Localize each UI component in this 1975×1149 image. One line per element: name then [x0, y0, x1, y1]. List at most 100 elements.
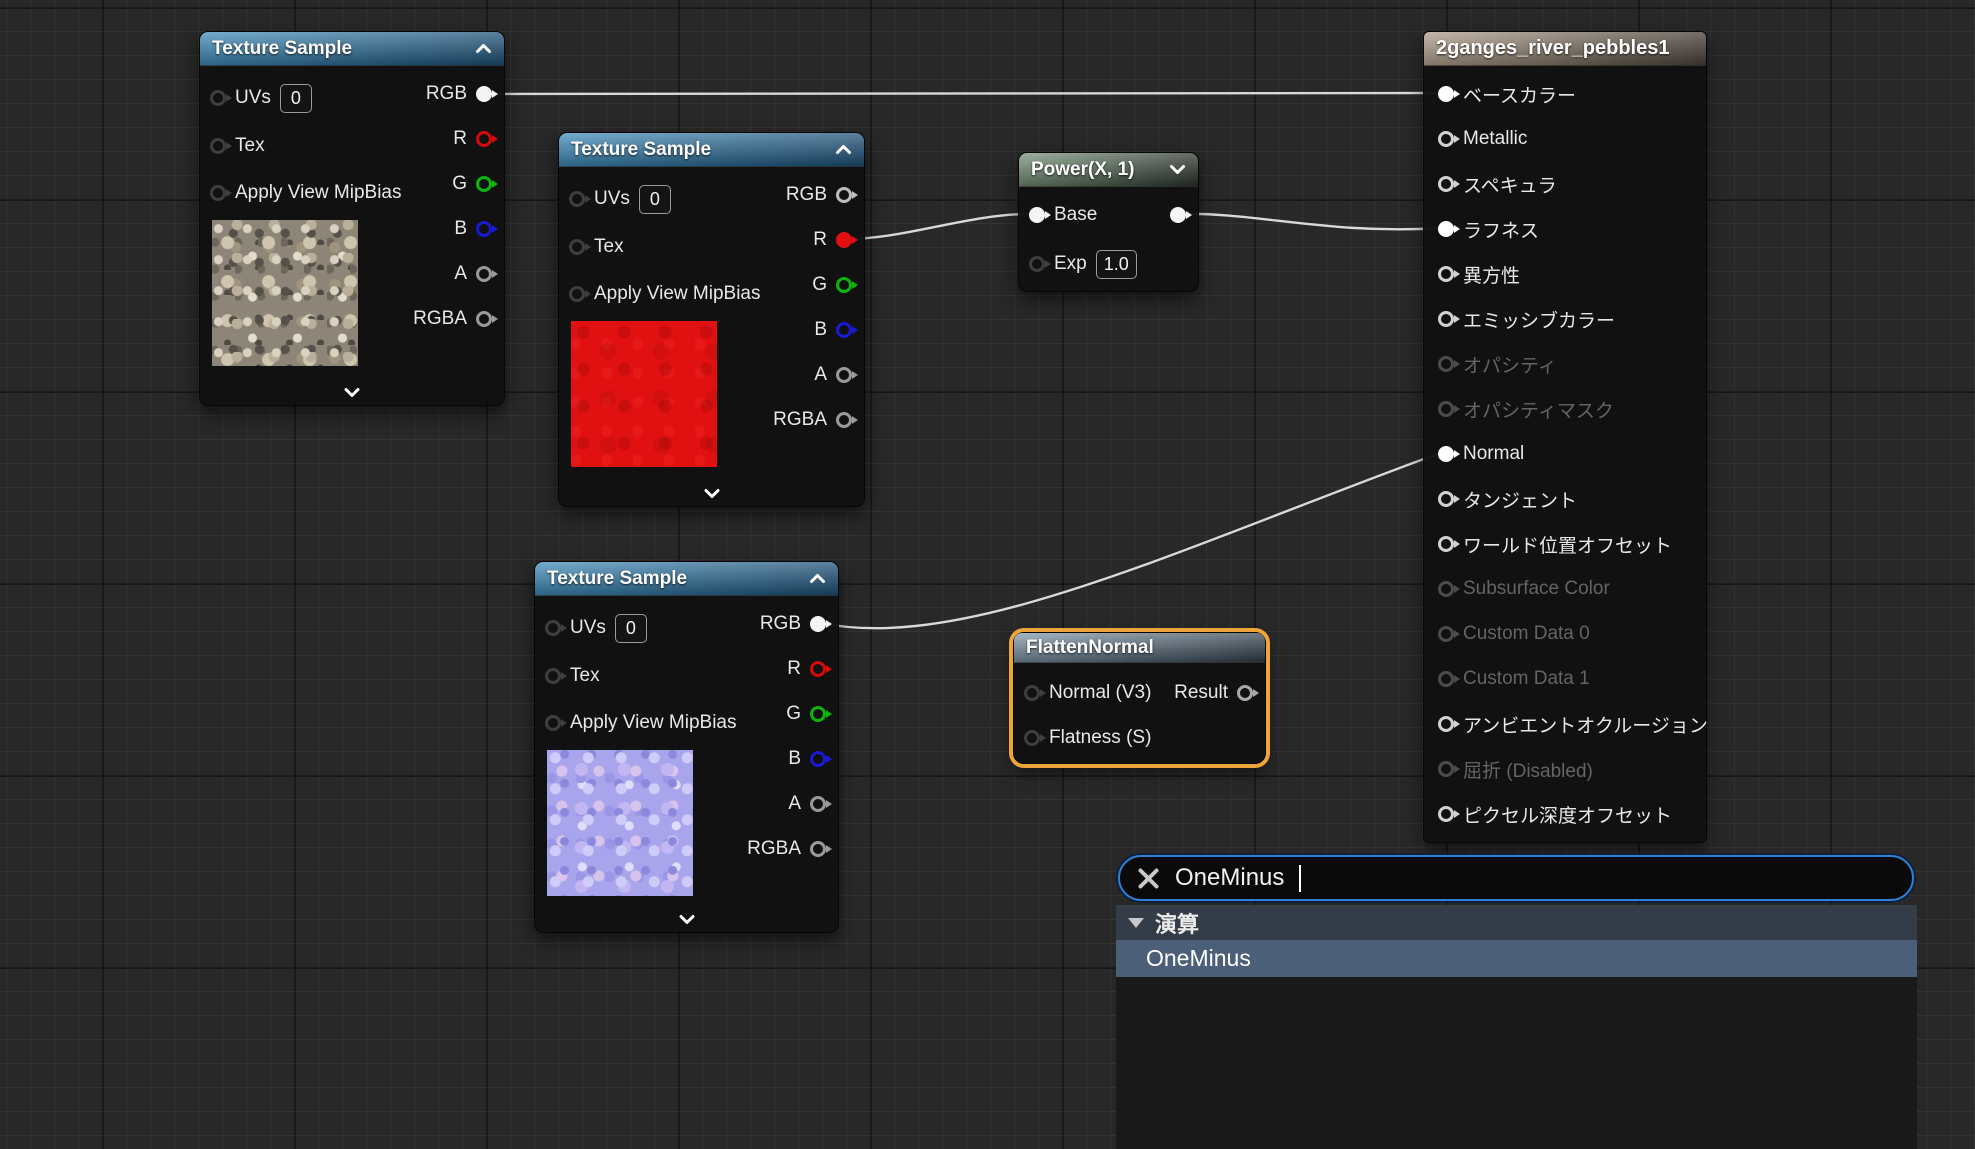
- wire-normal[interactable]: [821, 453, 1440, 628]
- collapse-triangle-icon: [1128, 918, 1144, 928]
- exp-input-pin[interactable]: [1029, 256, 1045, 272]
- b-output-pin[interactable]: [476, 221, 492, 237]
- mipbias-input-pin[interactable]: [545, 715, 561, 731]
- collapse-chevron-icon[interactable]: [809, 573, 826, 584]
- clear-search-icon[interactable]: [1137, 867, 1160, 890]
- pin-label: Tex: [570, 665, 600, 687]
- uvs-value-box[interactable]: 0: [280, 84, 312, 113]
- r-output-pin[interactable]: [476, 131, 492, 147]
- ambient-occlusion-input-pin[interactable]: [1438, 716, 1454, 732]
- material-result-node[interactable]: 2ganges_river_pebbles1 ベースカラー Metallic ス…: [1423, 31, 1707, 843]
- custom-data-1-input-pin[interactable]: [1438, 671, 1454, 687]
- rgba-output-pin[interactable]: [836, 412, 852, 428]
- node-title: Texture Sample: [212, 38, 352, 60]
- node-header[interactable]: Texture Sample: [559, 133, 864, 167]
- texture-preview-image[interactable]: [571, 321, 717, 467]
- uvs-input-pin[interactable]: [210, 90, 226, 106]
- collapse-chevron-icon[interactable]: [475, 43, 492, 54]
- opacity-input-pin[interactable]: [1438, 356, 1454, 372]
- uvs-value-box[interactable]: 0: [639, 185, 671, 214]
- exp-value-box[interactable]: 1.0: [1096, 250, 1137, 279]
- uvs-value-box[interactable]: 0: [615, 614, 647, 643]
- pixel-depth-offset-input-pin[interactable]: [1438, 806, 1454, 822]
- anisotropy-input-pin[interactable]: [1438, 266, 1454, 282]
- a-output-pin[interactable]: [476, 266, 492, 282]
- expand-chevron-icon[interactable]: [678, 914, 695, 925]
- pin-label: Exp: [1054, 253, 1087, 275]
- b-output-pin[interactable]: [810, 751, 826, 767]
- basecolor-input-pin[interactable]: [1438, 86, 1454, 102]
- category-row-operations[interactable]: 演算: [1116, 905, 1917, 940]
- collapse-chevron-icon[interactable]: [1169, 164, 1186, 175]
- power-output-pin[interactable]: [1170, 207, 1186, 223]
- node-header[interactable]: Texture Sample: [200, 32, 504, 66]
- expand-chevron-icon[interactable]: [703, 488, 720, 499]
- a-output-pin[interactable]: [810, 796, 826, 812]
- collapse-chevron-icon[interactable]: [835, 144, 852, 155]
- tex-input-pin[interactable]: [569, 239, 585, 255]
- pin-label: ピクセル深度オフセット: [1463, 801, 1672, 828]
- g-output-pin[interactable]: [836, 277, 852, 293]
- texture-preview-image[interactable]: [547, 750, 693, 896]
- uvs-input-pin[interactable]: [569, 191, 585, 207]
- emissive-input-pin[interactable]: [1438, 311, 1454, 327]
- base-input-pin[interactable]: [1029, 207, 1045, 223]
- metallic-input-pin[interactable]: [1438, 131, 1454, 147]
- opacity-mask-input-pin[interactable]: [1438, 401, 1454, 417]
- rgb-output-pin[interactable]: [836, 187, 852, 203]
- uvs-input-row: UVs 0: [545, 615, 647, 641]
- rgba-output-pin[interactable]: [476, 311, 492, 327]
- node-header[interactable]: Texture Sample: [535, 562, 838, 596]
- flatten-normal-node[interactable]: FlattenNormal Normal (V3) Result Flatnes…: [1013, 632, 1266, 764]
- pin-label: スペキュラ: [1463, 171, 1557, 198]
- wire-basecolor[interactable]: [487, 93, 1440, 94]
- texture-sample-node-1[interactable]: Texture Sample UVs 0 Tex Apply View MipB…: [199, 31, 505, 406]
- rgb-output-pin[interactable]: [810, 616, 826, 632]
- pin-label: エミッシブカラー: [1463, 306, 1615, 333]
- flatness-input-pin[interactable]: [1024, 730, 1040, 746]
- roughness-input-pin[interactable]: [1438, 221, 1454, 237]
- world-offset-input-pin[interactable]: [1438, 536, 1454, 552]
- g-output-pin[interactable]: [810, 706, 826, 722]
- subsurface-input-pin[interactable]: [1438, 581, 1454, 597]
- texture-preview-image[interactable]: [212, 220, 358, 366]
- normal-input-pin[interactable]: [1438, 446, 1454, 462]
- node-header[interactable]: FlattenNormal: [1014, 633, 1265, 663]
- expand-chevron-icon[interactable]: [344, 387, 361, 398]
- node-header[interactable]: 2ganges_river_pebbles1: [1424, 32, 1706, 66]
- g-output-row: G: [452, 171, 492, 197]
- uvs-input-pin[interactable]: [545, 620, 561, 636]
- ambient-occlusion-pin-row: アンビエントオクルージョン: [1438, 711, 1708, 737]
- texture-sample-node-3[interactable]: Texture Sample UVs 0 Tex Apply View MipB…: [534, 561, 839, 933]
- specular-input-pin[interactable]: [1438, 176, 1454, 192]
- pin-label: RGBA: [773, 409, 827, 431]
- power-node[interactable]: Power(X, 1) Base Exp 1.0: [1018, 152, 1199, 292]
- custom-data-0-input-pin[interactable]: [1438, 626, 1454, 642]
- material-graph-canvas[interactable]: Texture Sample UVs 0 Tex Apply View MipB…: [0, 0, 1975, 1149]
- rgba-output-pin[interactable]: [810, 841, 826, 857]
- b-output-pin[interactable]: [836, 322, 852, 338]
- search-result-item-selected[interactable]: OneMinus: [1116, 940, 1917, 977]
- rgb-output-pin[interactable]: [476, 86, 492, 102]
- normal-v3-input-pin[interactable]: [1024, 685, 1040, 701]
- r-output-row: R: [813, 227, 852, 253]
- result-output-pin[interactable]: [1237, 685, 1253, 701]
- pixel-depth-offset-pin-row: ピクセル深度オフセット: [1438, 801, 1672, 827]
- r-output-pin[interactable]: [836, 232, 852, 248]
- node-header[interactable]: Power(X, 1): [1019, 153, 1198, 187]
- refraction-input-pin[interactable]: [1438, 761, 1454, 777]
- g-output-pin[interactable]: [476, 176, 492, 192]
- r-output-pin[interactable]: [810, 661, 826, 677]
- mipbias-input-pin[interactable]: [210, 185, 226, 201]
- tex-input-pin[interactable]: [210, 138, 226, 154]
- wire-power-base[interactable]: [847, 214, 1030, 239]
- world-offset-pin-row: ワールド位置オフセット: [1438, 531, 1672, 557]
- pin-label: ワールド位置オフセット: [1463, 531, 1672, 558]
- wire-roughness[interactable]: [1181, 214, 1440, 229]
- node-search-input[interactable]: OneMinus: [1118, 855, 1914, 901]
- a-output-pin[interactable]: [836, 367, 852, 383]
- texture-sample-node-2[interactable]: Texture Sample UVs 0 Tex Apply View MipB…: [558, 132, 865, 507]
- mipbias-input-pin[interactable]: [569, 286, 585, 302]
- tangent-input-pin[interactable]: [1438, 491, 1454, 507]
- tex-input-pin[interactable]: [545, 668, 561, 684]
